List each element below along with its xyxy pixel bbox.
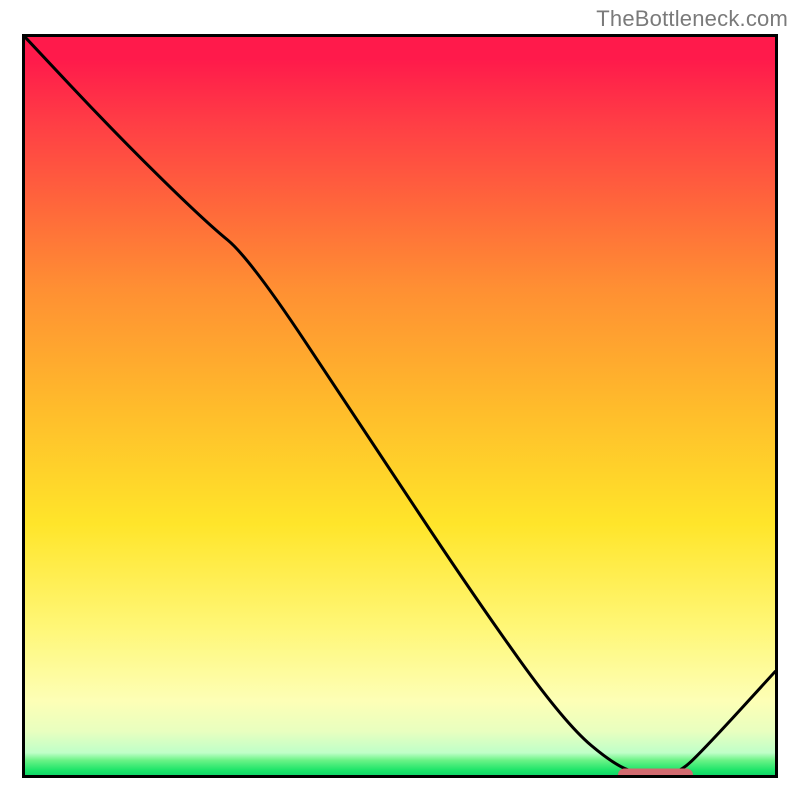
optimal-range-marker bbox=[618, 769, 693, 779]
plot-area bbox=[22, 34, 778, 778]
bottleneck-curve bbox=[25, 37, 775, 775]
chart-wrapper: TheBottleneck.com bbox=[0, 0, 800, 800]
curve-svg bbox=[25, 37, 775, 775]
attribution-label: TheBottleneck.com bbox=[596, 6, 788, 32]
